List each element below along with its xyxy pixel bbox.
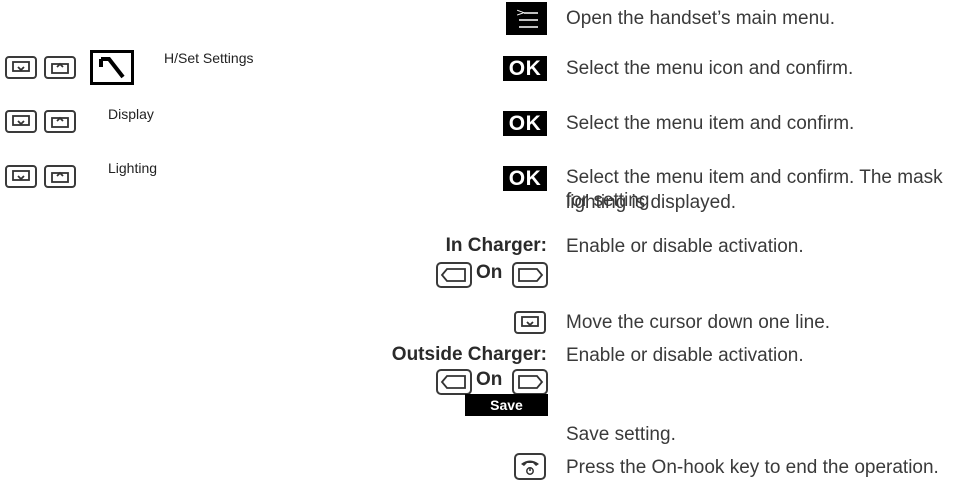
up-key[interactable] bbox=[44, 165, 76, 188]
step-desc-8: Press the On-hook key to end the operati… bbox=[566, 457, 939, 478]
save-button[interactable]: Save bbox=[465, 394, 548, 416]
down-arrow-icon bbox=[12, 115, 30, 126]
settings-menu-icon[interactable] bbox=[90, 50, 134, 85]
up-arrow-icon bbox=[51, 171, 69, 183]
wrench-icon bbox=[99, 57, 125, 79]
screen-label-lighting: Lighting bbox=[108, 160, 158, 176]
step-desc-7: Save setting. bbox=[566, 424, 676, 445]
step-desc-0: Open the handset’s main menu. bbox=[566, 8, 835, 29]
step-desc-1: Select the menu icon and confirm. bbox=[566, 58, 854, 79]
left-softkey[interactable] bbox=[436, 369, 472, 395]
left-softkey-icon bbox=[440, 268, 466, 282]
step-desc-4: Enable or disable activation. bbox=[566, 236, 804, 257]
up-arrow-icon bbox=[51, 116, 69, 128]
step-desc-5: Move the cursor down one line. bbox=[566, 312, 831, 333]
on-hook-key[interactable] bbox=[514, 453, 546, 480]
outside-charger-toggle-value: On bbox=[476, 369, 503, 390]
step-desc-2: Select the menu item and confirm. bbox=[566, 113, 855, 134]
up-key[interactable] bbox=[44, 56, 76, 79]
down-key[interactable] bbox=[5, 165, 37, 188]
step-desc-6: Enable or disable activation. bbox=[566, 345, 804, 366]
ok-button[interactable]: OK bbox=[503, 111, 547, 136]
ok-button[interactable]: OK bbox=[503, 166, 547, 191]
down-key[interactable] bbox=[5, 110, 37, 133]
down-arrow-icon bbox=[12, 61, 30, 72]
down-key[interactable] bbox=[5, 56, 37, 79]
main-menu-key[interactable]: > bbox=[506, 2, 547, 35]
down-arrow-icon bbox=[12, 170, 30, 181]
up-arrow-icon bbox=[51, 62, 69, 74]
right-softkey[interactable] bbox=[512, 369, 548, 395]
svg-text:>: > bbox=[516, 6, 525, 19]
ok-button[interactable]: OK bbox=[503, 56, 547, 81]
down-arrow-icon bbox=[521, 316, 539, 327]
screen-label-hset-settings: H/Set Settings bbox=[164, 50, 254, 66]
left-softkey-icon bbox=[440, 375, 466, 389]
menu-icon: > bbox=[516, 6, 538, 28]
outside-charger-label: Outside Charger: bbox=[391, 344, 547, 365]
step-desc-3-line2: lighting is displayed. bbox=[566, 192, 737, 213]
left-softkey[interactable] bbox=[436, 262, 472, 288]
right-softkey-icon bbox=[518, 375, 544, 389]
right-softkey[interactable] bbox=[512, 262, 548, 288]
screen-label-display: Display bbox=[108, 106, 154, 122]
on-hook-icon bbox=[521, 460, 539, 475]
right-softkey-icon bbox=[518, 268, 544, 282]
in-charger-label: In Charger: bbox=[445, 235, 547, 256]
up-key[interactable] bbox=[44, 110, 76, 133]
in-charger-toggle-value: On bbox=[476, 262, 503, 283]
down-key[interactable] bbox=[514, 311, 546, 334]
